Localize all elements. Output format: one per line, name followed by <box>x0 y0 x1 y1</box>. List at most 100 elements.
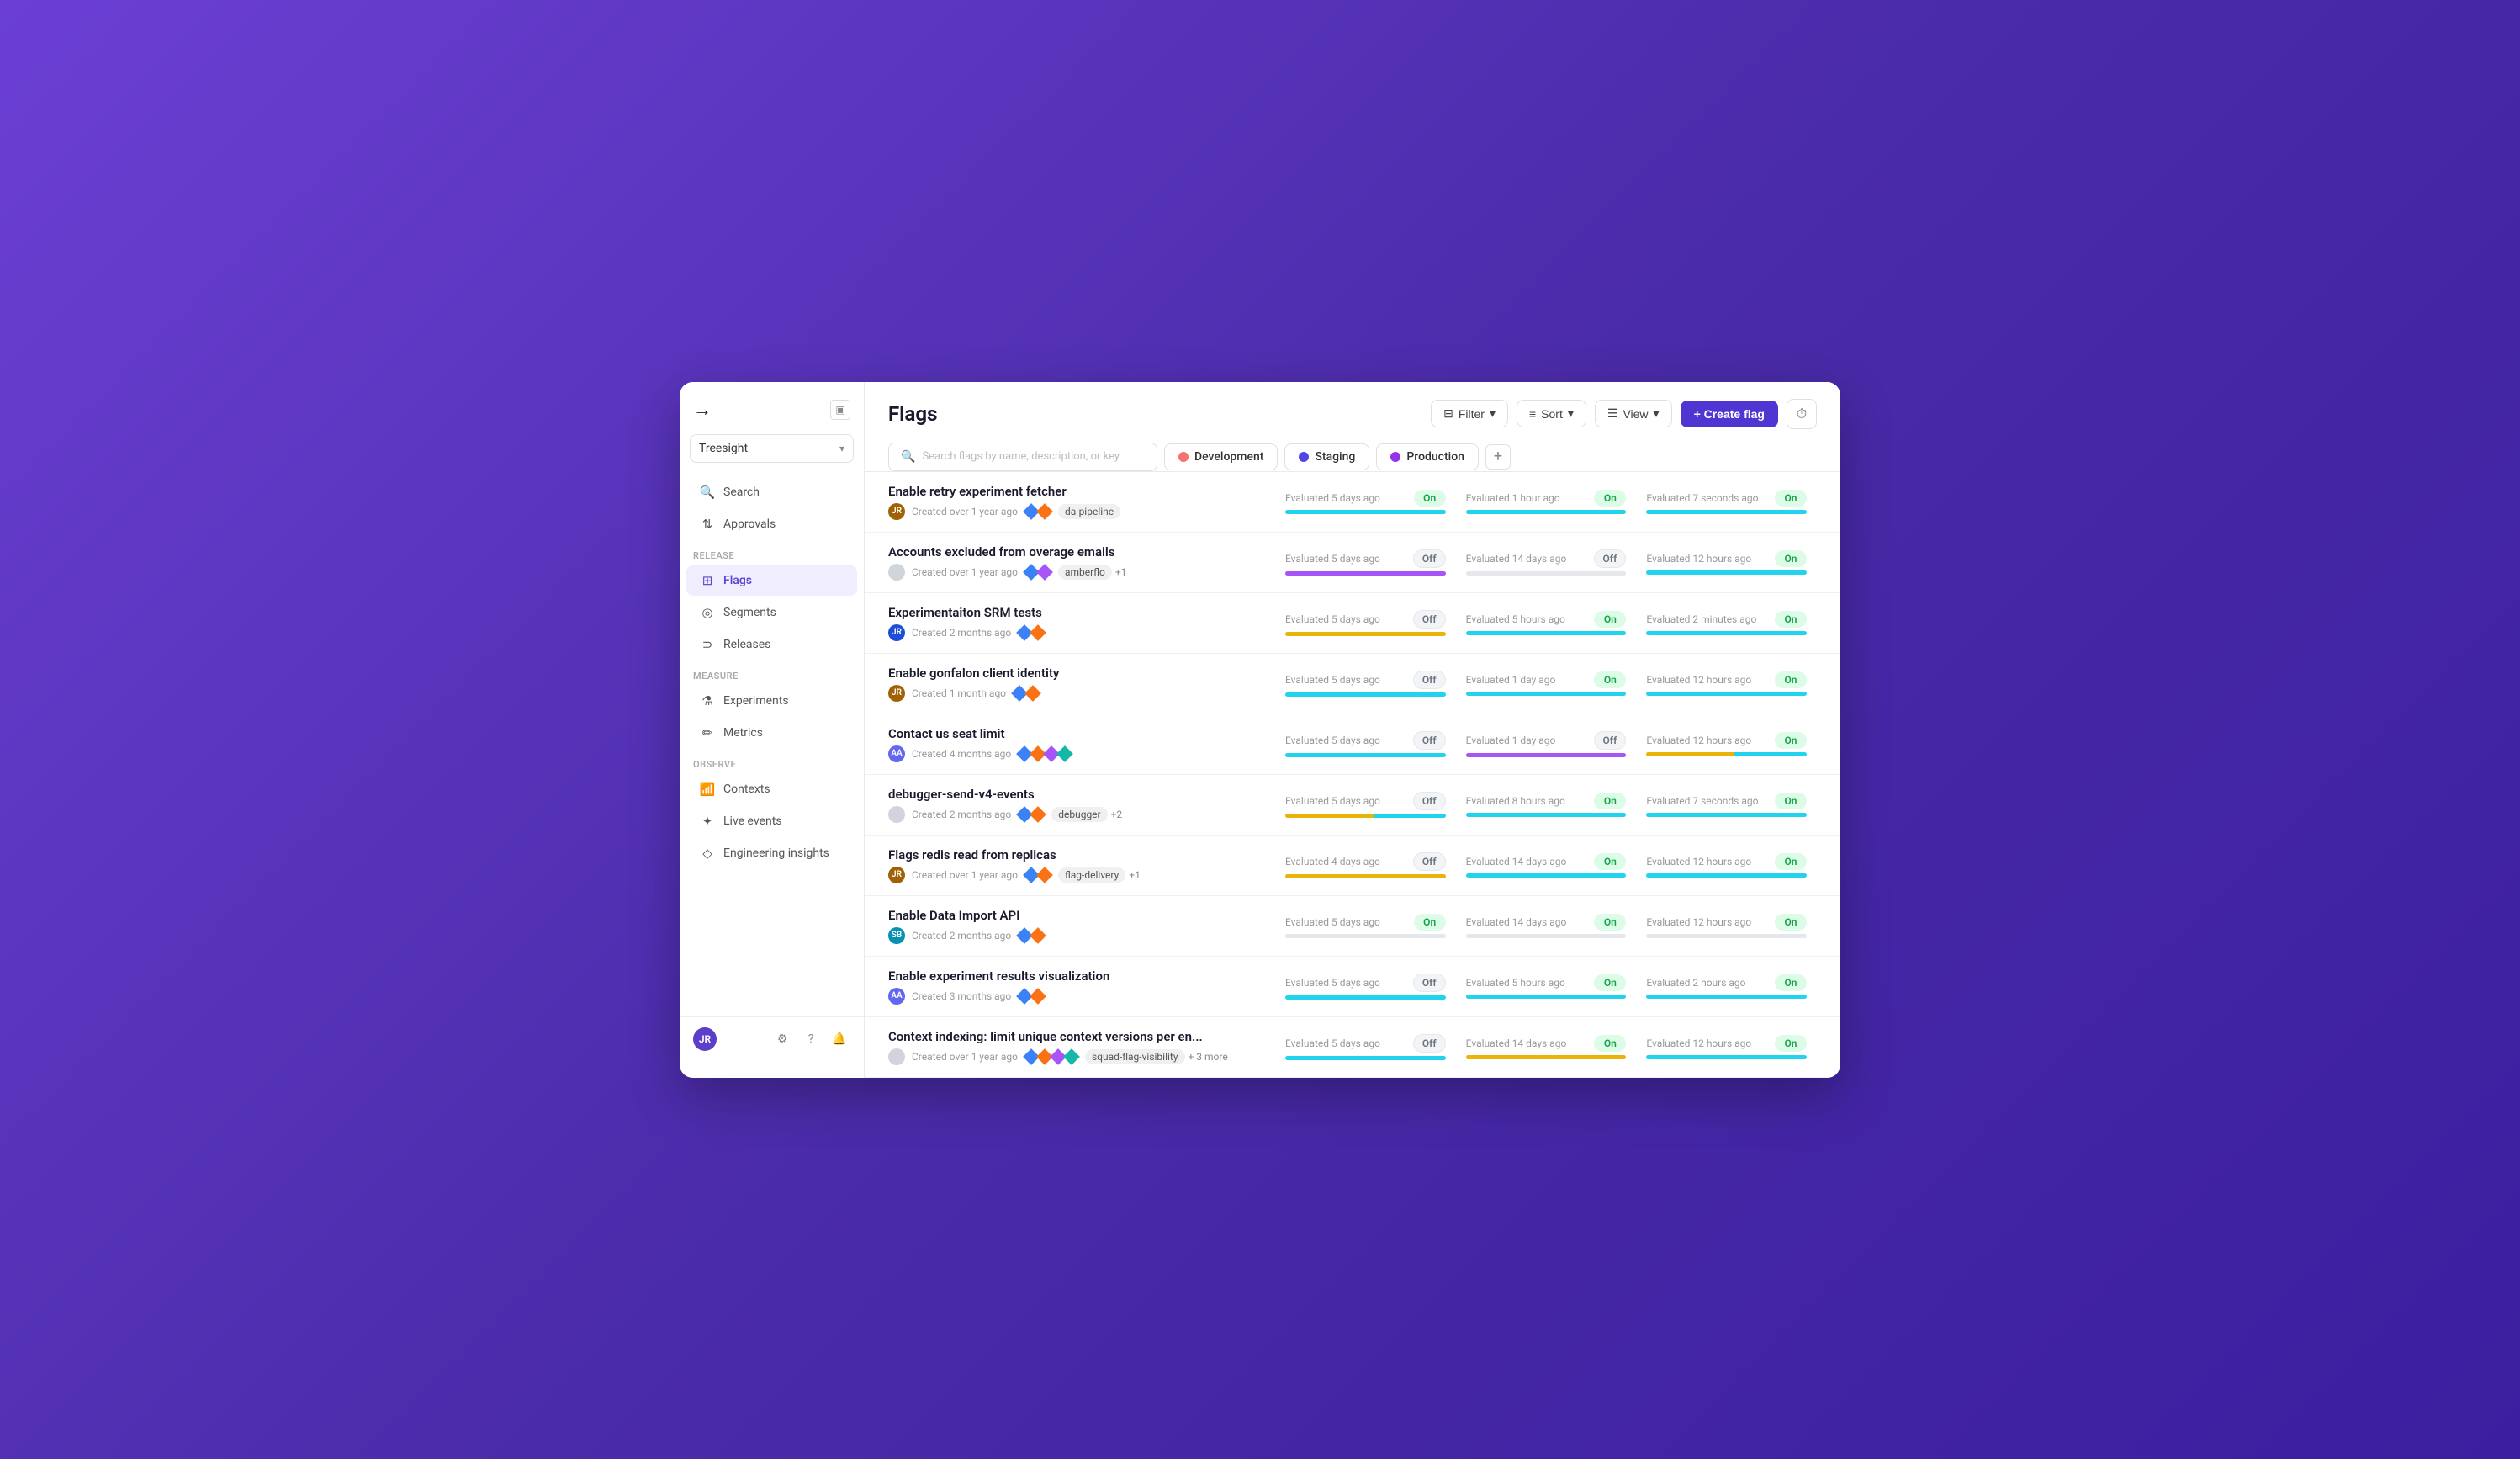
eval-time: Evaluated 5 hours ago <box>1466 977 1588 989</box>
collapse-sidebar-button[interactable]: ▣ <box>830 400 850 420</box>
env-bar <box>1285 692 1446 697</box>
eval-time: Evaluated 2 hours ago <box>1646 977 1768 989</box>
eval-time: Evaluated 8 hours ago <box>1466 795 1588 807</box>
status-badge: On <box>1775 490 1807 507</box>
env-column: Evaluated 2 hours ago On <box>1636 974 1817 999</box>
env-bar <box>1646 934 1807 938</box>
env-bar <box>1646 873 1807 878</box>
status-badge: Off <box>1413 792 1446 810</box>
history-button[interactable]: ⏱ <box>1787 399 1817 429</box>
sidebar-item-live-events[interactable]: ✦ Live events <box>686 806 857 836</box>
tag-count: +1 <box>1129 869 1141 881</box>
flag-row[interactable]: Experimentaiton SRM tests JR Created 2 m… <box>865 593 1840 654</box>
flag-row[interactable]: Enable retry experiment fetcher JR Creat… <box>865 472 1840 533</box>
flag-row[interactable]: Accounts excluded from overage emails Cr… <box>865 533 1840 593</box>
status-badge: On <box>1594 671 1626 688</box>
env-bar <box>1285 874 1446 878</box>
releases-icon: ⊃ <box>700 637 715 652</box>
env-column: Evaluated 5 hours ago On <box>1456 974 1637 999</box>
filter-icon: ⊟ <box>1443 406 1453 421</box>
status-badge: On <box>1414 914 1446 931</box>
flag-tag: squad-flag-visibility <box>1085 1049 1185 1064</box>
env-bar <box>1466 753 1627 757</box>
sidebar-item-label: Flags <box>723 574 752 587</box>
flag-name: Contact us seat limit <box>888 726 1275 741</box>
sidebar-header: → ▣ <box>680 399 864 434</box>
settings-icon[interactable]: ⚙ <box>771 1028 793 1050</box>
sidebar-item-engineering-insights[interactable]: ◇ Engineering insights <box>686 838 857 868</box>
status-badge: On <box>1594 793 1626 809</box>
notification-icon[interactable]: 🔔 <box>829 1028 850 1050</box>
sidebar-item-label: Engineering insights <box>723 846 829 860</box>
flag-row[interactable]: Context indexing: limit unique context v… <box>865 1017 1840 1078</box>
flag-avatar: AA <box>888 988 905 1005</box>
flags-icon: ⊞ <box>700 573 715 588</box>
view-button[interactable]: ☰ View ▾ <box>1595 400 1672 427</box>
environment-tab-development[interactable]: Development <box>1164 443 1278 470</box>
filter-button[interactable]: ⊟ Filter ▾ <box>1431 400 1508 427</box>
sidebar-item-flags[interactable]: ⊞ Flags <box>686 565 857 596</box>
eval-time: Evaluated 5 days ago <box>1285 916 1407 928</box>
help-icon[interactable]: ? <box>800 1028 822 1050</box>
segments-icon: ◎ <box>700 605 715 620</box>
flag-info: debugger-send-v4-events Created 2 months… <box>888 787 1275 823</box>
sidebar-item-segments[interactable]: ◎ Segments <box>686 597 857 628</box>
sidebar-item-label: Approvals <box>723 517 776 531</box>
create-flag-button[interactable]: + Create flag <box>1681 401 1778 427</box>
env-bar <box>1646 1055 1807 1059</box>
status-badge: On <box>1775 611 1807 628</box>
env-column: Evaluated 12 hours ago On <box>1636 550 1817 575</box>
sidebar-item-metrics[interactable]: ✏ Metrics <box>686 718 857 748</box>
approvals-icon: ⇅ <box>700 517 715 532</box>
status-badge: On <box>1594 853 1626 870</box>
flags-list: Enable retry experiment fetcher JR Creat… <box>865 472 1840 1078</box>
env-column: Evaluated 12 hours ago On <box>1636 853 1817 878</box>
search-input[interactable]: 🔍 Search flags by name, description, or … <box>888 443 1157 471</box>
flag-row[interactable]: debugger-send-v4-events Created 2 months… <box>865 775 1840 836</box>
eval-time: Evaluated 5 days ago <box>1285 553 1406 565</box>
env-bar <box>1646 995 1807 999</box>
environment-tab-production[interactable]: Production <box>1376 443 1479 470</box>
eval-time: Evaluated 7 seconds ago <box>1646 492 1768 504</box>
flag-row[interactable]: Contact us seat limit AA Created 4 month… <box>865 714 1840 775</box>
eval-time: Evaluated 1 day ago <box>1466 735 1587 746</box>
sidebar-item-search[interactable]: 🔍 Search <box>686 477 857 507</box>
sidebar-item-releases[interactable]: ⊃ Releases <box>686 629 857 660</box>
view-icon: ☰ <box>1607 406 1618 421</box>
env-column: Evaluated 1 hour ago On <box>1456 490 1637 514</box>
sort-button[interactable]: ≡ Sort ▾ <box>1517 400 1586 427</box>
env-bar <box>1466 934 1627 938</box>
flag-created: Created 2 months ago <box>912 627 1011 639</box>
workspace-name: Treesight <box>699 442 748 455</box>
status-badge: On <box>1775 793 1807 809</box>
eval-time: Evaluated 14 days ago <box>1466 916 1588 928</box>
flag-row[interactable]: Enable Data Import API SB Created 2 mont… <box>865 896 1840 957</box>
env-column: Evaluated 5 days ago Off <box>1275 671 1456 697</box>
env-column: Evaluated 1 day ago On <box>1456 671 1637 696</box>
flag-row[interactable]: Enable experiment results visualization … <box>865 957 1840 1017</box>
add-environment-button[interactable]: + <box>1485 444 1511 470</box>
flag-info: Enable retry experiment fetcher JR Creat… <box>888 484 1275 520</box>
sort-icon: ≡ <box>1529 407 1536 421</box>
eval-time: Evaluated 14 days ago <box>1466 856 1588 867</box>
flag-row[interactable]: Flags redis read from replicas JR Create… <box>865 836 1840 896</box>
sidebar-item-experiments[interactable]: ⚗ Experiments <box>686 686 857 716</box>
env-bar <box>1646 570 1807 575</box>
environment-tab-staging[interactable]: Staging <box>1284 443 1369 470</box>
status-badge: On <box>1414 490 1446 507</box>
sidebar-item-contexts[interactable]: 📶 Contexts <box>686 774 857 804</box>
avatar[interactable]: JR <box>693 1027 717 1051</box>
flag-row[interactable]: Enable gonfalon client identity JR Creat… <box>865 654 1840 714</box>
status-badge: On <box>1775 550 1807 567</box>
eval-time: Evaluated 1 hour ago <box>1466 492 1588 504</box>
workspace-selector[interactable]: Treesight ▾ <box>690 434 854 463</box>
status-badge: On <box>1594 1035 1626 1052</box>
env-column: Evaluated 5 days ago Off <box>1275 731 1456 757</box>
flag-info: Flags redis read from replicas JR Create… <box>888 847 1275 883</box>
env-columns: Evaluated 5 days ago Off Evaluated 5 hou… <box>1275 974 1817 1000</box>
contexts-icon: 📶 <box>700 782 715 797</box>
flag-info: Enable Data Import API SB Created 2 mont… <box>888 908 1275 944</box>
workspace-chevron-icon: ▾ <box>839 443 844 454</box>
sidebar-item-approvals[interactable]: ⇅ Approvals <box>686 509 857 539</box>
flag-info: Enable gonfalon client identity JR Creat… <box>888 666 1275 702</box>
